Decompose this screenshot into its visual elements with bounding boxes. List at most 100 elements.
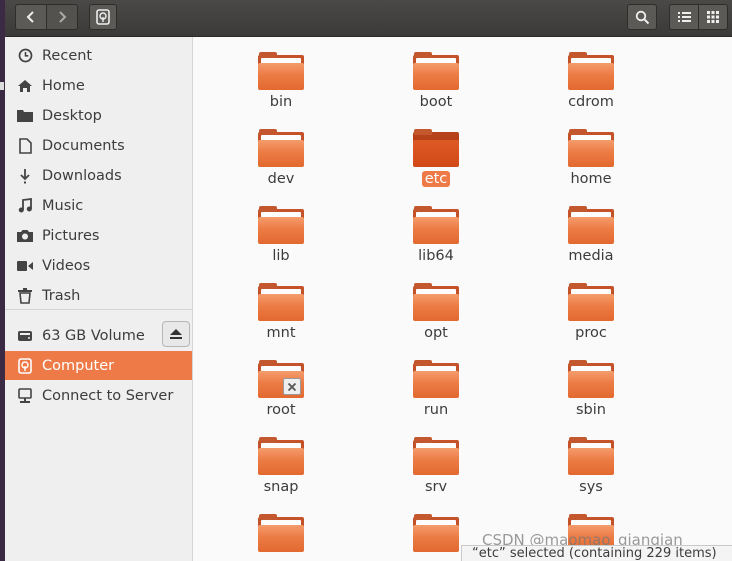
- folder-item[interactable]: [231, 499, 331, 561]
- folder-item[interactable]: lib64: [386, 191, 486, 268]
- back-button[interactable]: [15, 4, 47, 30]
- download-icon: [15, 168, 35, 184]
- folder-name: home: [570, 171, 612, 187]
- folder-icon: [258, 52, 304, 90]
- folder-item[interactable]: mnt: [231, 268, 331, 345]
- sidebar-item-label: Downloads: [42, 167, 122, 184]
- folder-label: root: [231, 401, 331, 419]
- folder-item[interactable]: sys: [541, 422, 641, 499]
- folder-label: run: [386, 401, 486, 419]
- folder-icon: [413, 206, 459, 244]
- sidebar-item-label: Computer: [42, 357, 115, 374]
- server-icon: [15, 387, 35, 404]
- forward-button[interactable]: [46, 4, 78, 30]
- folder-item[interactable]: run: [386, 345, 486, 422]
- camera-icon: [15, 229, 35, 242]
- trash-icon: [15, 287, 35, 304]
- folder-icon: [413, 514, 459, 552]
- sidebar-item-home[interactable]: Home: [5, 71, 192, 100]
- folder-name: cdrom: [568, 94, 614, 110]
- sidebar: Recent Home Desktop Documents Downloads …: [5, 37, 193, 561]
- folder-item[interactable]: bin: [231, 37, 331, 114]
- folder-icon: [258, 514, 304, 552]
- sidebar-item-label: Desktop: [42, 107, 102, 124]
- folder-icon: [258, 206, 304, 244]
- folder-item[interactable]: dev: [231, 114, 331, 191]
- grid-view-button[interactable]: [698, 4, 728, 30]
- list-view-button[interactable]: [669, 4, 699, 30]
- folder-label: boot: [386, 93, 486, 111]
- sidebar-separator: [5, 309, 192, 310]
- folder-item[interactable]: boot: [386, 37, 486, 114]
- folder-item[interactable]: sbin: [541, 345, 641, 422]
- sidebar-item-connect-to-server[interactable]: Connect to Server: [5, 381, 192, 410]
- sidebar-item-computer[interactable]: Computer: [5, 351, 192, 380]
- folder-item[interactable]: snap: [231, 422, 331, 499]
- folder-name: dev: [267, 171, 295, 187]
- folder-name: [278, 556, 284, 561]
- sidebar-item-downloads[interactable]: Downloads: [5, 161, 192, 190]
- folder-item[interactable]: root: [231, 345, 331, 422]
- folder-grid: bin boot cdrom dev etc home lib lib64 media mnt op…: [193, 37, 732, 561]
- locked-icon: [283, 378, 301, 395]
- folder-label: etc: [386, 170, 486, 188]
- folder-name: sys: [579, 479, 603, 495]
- launcher-indicator: [0, 82, 4, 90]
- sidebar-item-pictures[interactable]: Pictures: [5, 221, 192, 250]
- folder-name: root: [266, 402, 296, 418]
- folder-name: mnt: [266, 325, 296, 341]
- folder-label: bin: [231, 93, 331, 111]
- eject-button[interactable]: [162, 321, 190, 347]
- folder-item[interactable]: home: [541, 114, 641, 191]
- folder-item[interactable]: etc: [386, 114, 486, 191]
- folder-name: opt: [424, 325, 448, 341]
- folder-name: snap: [263, 479, 299, 495]
- folder-name: etc: [421, 171, 451, 187]
- folder-name: bin: [269, 94, 293, 110]
- computer-icon: [96, 9, 110, 25]
- folder-item[interactable]: lib: [231, 191, 331, 268]
- sidebar-item-volume[interactable]: 63 GB Volume: [5, 321, 192, 350]
- folder-label: lib: [231, 247, 331, 265]
- sidebar-item-music[interactable]: Music: [5, 191, 192, 220]
- folder-label: srv: [386, 478, 486, 496]
- document-icon: [15, 137, 35, 154]
- sidebar-item-label: 63 GB Volume: [42, 327, 145, 344]
- path-computer-button[interactable]: [89, 4, 117, 30]
- grid-view-icon: [707, 11, 719, 23]
- folder-name: sbin: [576, 402, 606, 418]
- folder-item[interactable]: opt: [386, 268, 486, 345]
- folder-item[interactable]: proc: [541, 268, 641, 345]
- folder-label: sys: [541, 478, 641, 496]
- folder-label: [231, 555, 331, 561]
- sidebar-item-recent[interactable]: Recent: [5, 41, 192, 70]
- folder-icon: [258, 437, 304, 475]
- sidebar-item-trash[interactable]: Trash: [5, 281, 192, 310]
- search-button[interactable]: [627, 4, 657, 30]
- folder-label: snap: [231, 478, 331, 496]
- folder-label: sbin: [541, 401, 641, 419]
- chevron-right-icon: [59, 11, 67, 23]
- folder-label: opt: [386, 324, 486, 342]
- folder-item[interactable]: cdrom: [541, 37, 641, 114]
- status-bar: “etc” selected (containing 229 items): [461, 545, 732, 561]
- folder-name: boot: [419, 94, 453, 110]
- sidebar-item-desktop[interactable]: Desktop: [5, 101, 192, 130]
- folder-item[interactable]: media: [541, 191, 641, 268]
- folder-name: [433, 556, 439, 561]
- sidebar-item-label: Music: [42, 197, 84, 214]
- folder-name: run: [423, 402, 449, 418]
- music-icon: [15, 198, 35, 213]
- folder-icon: [258, 283, 304, 321]
- folder-icon: [413, 129, 459, 167]
- sidebar-item-videos[interactable]: Videos: [5, 251, 192, 280]
- folder-icon: [258, 129, 304, 167]
- chevron-left-icon: [26, 11, 34, 23]
- folder-name: proc: [575, 325, 607, 341]
- folder-icon: [15, 109, 35, 122]
- home-icon: [15, 79, 35, 93]
- sidebar-item-documents[interactable]: Documents: [5, 131, 192, 160]
- folder-item[interactable]: srv: [386, 422, 486, 499]
- folder-label: lib64: [386, 247, 486, 265]
- folder-icon: [413, 437, 459, 475]
